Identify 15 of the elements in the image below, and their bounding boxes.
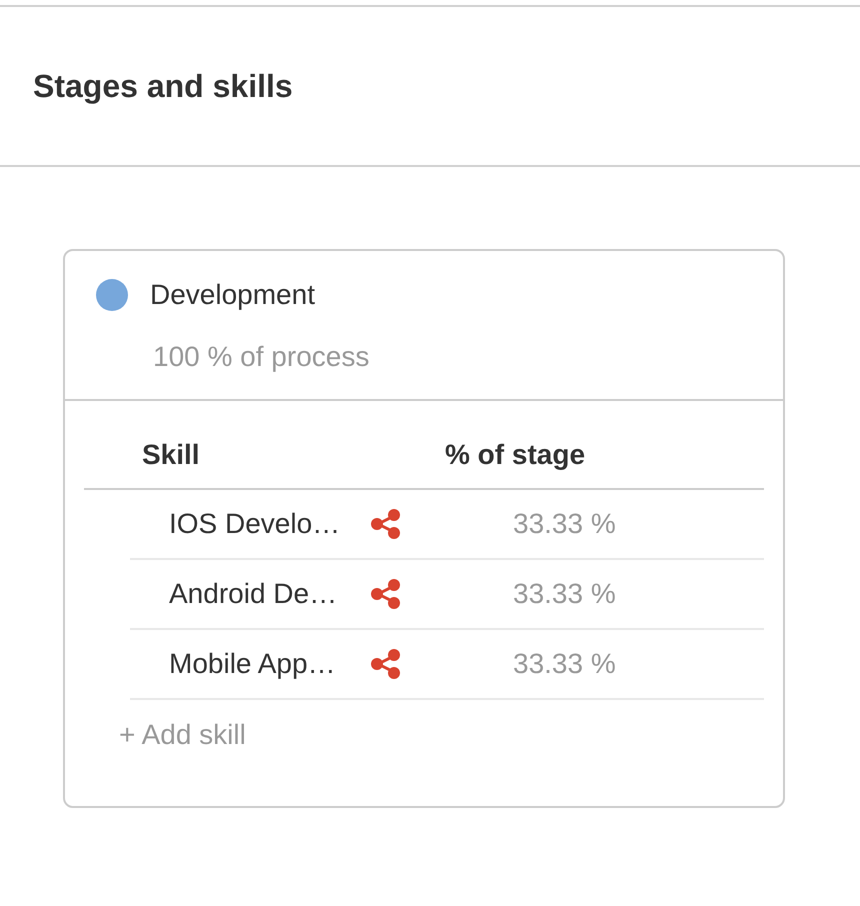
skill-name: IOS Develo… [169, 507, 342, 541]
skill-percent: 33.33 % [513, 647, 616, 681]
share-icon[interactable] [371, 509, 401, 539]
share-icon[interactable] [371, 649, 401, 679]
stage-share: 100 % of process [152, 340, 370, 374]
add-skill-button[interactable]: + Add skill [119, 718, 246, 752]
skill-percent: 33.33 % [513, 577, 616, 611]
share-icon[interactable] [371, 579, 401, 609]
skill-percent: 33.33 % [513, 507, 616, 541]
page-title: Stages and skills [33, 67, 293, 105]
column-header: Skill [142, 438, 201, 472]
skill-name: Android De… [169, 577, 338, 611]
column-header: % of stage [445, 438, 586, 472]
skill-name: Mobile App… [169, 647, 337, 681]
stage-name: Development [150, 278, 315, 312]
